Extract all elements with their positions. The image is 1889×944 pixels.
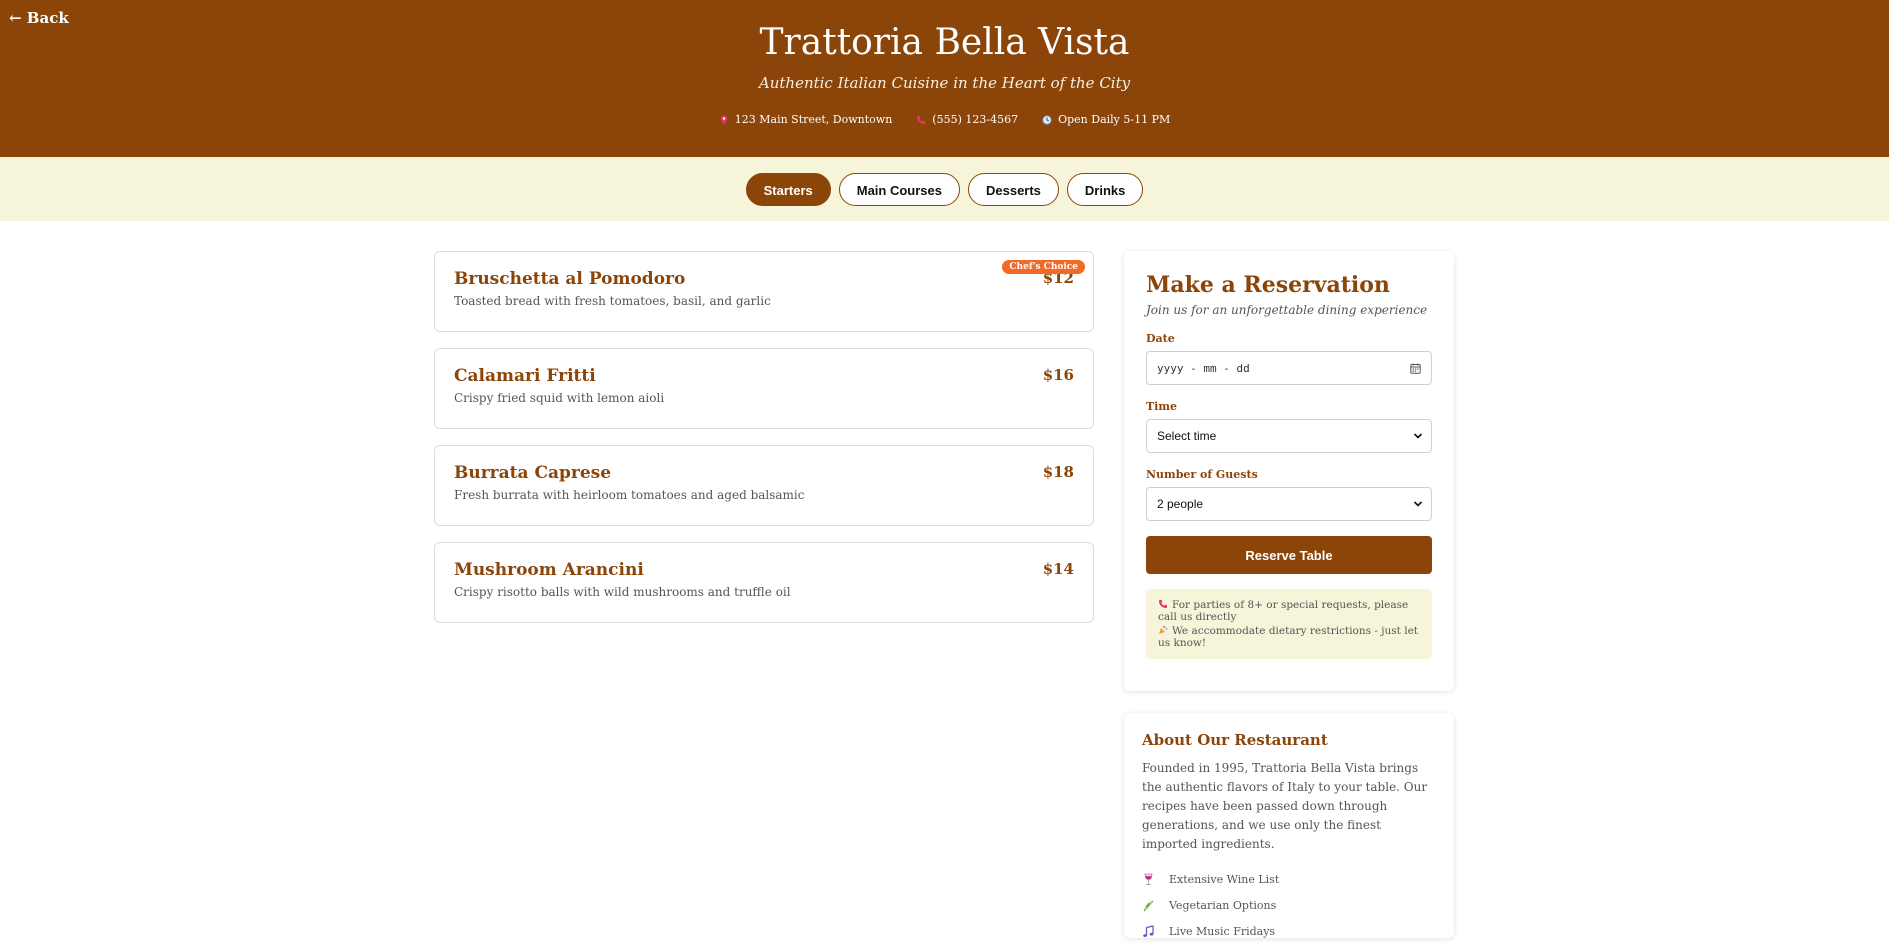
feature-item: Extensive Wine List xyxy=(1142,866,1436,892)
dish-description: Fresh burrata with heirloom tomatoes and… xyxy=(454,488,805,502)
chevron-down-icon xyxy=(1413,501,1423,507)
reservation-title: Make a Reservation xyxy=(1146,272,1390,298)
tab-drinks[interactable]: Drinks xyxy=(1066,172,1144,206)
dish-name: Calamari Fritti xyxy=(454,366,596,386)
phone-icon xyxy=(917,115,926,124)
dish-name: Bruschetta al Pomodoro xyxy=(454,269,686,289)
reservation-notes: For parties of 8+ or special requests, p… xyxy=(1146,589,1432,659)
guests-select[interactable]: 2 people xyxy=(1146,487,1432,521)
dish-name: Mushroom Arancini xyxy=(454,560,644,580)
phone-text: (555) 123-4567 xyxy=(932,113,1019,126)
dish-price: $14 xyxy=(1042,560,1074,578)
about-panel: About Our Restaurant Founded in 1995, Tr… xyxy=(1124,713,1454,938)
menu-category-tabs: Starters Main Courses Desserts Drinks xyxy=(0,157,1889,221)
chevron-down-icon xyxy=(1413,433,1423,439)
dish-name: Burrata Caprese xyxy=(454,463,612,483)
note-1-text: For parties of 8+ or special requests, p… xyxy=(1158,599,1409,623)
time-label: Time xyxy=(1146,400,1178,413)
menu-item-card[interactable]: Bruschetta al Pomodoro Toasted bread wit… xyxy=(434,251,1094,332)
feature-label: Vegetarian Options xyxy=(1169,898,1277,912)
address-text: 123 Main Street, Downtown xyxy=(734,113,893,126)
reservation-panel: Make a Reservation Join us for an unforg… xyxy=(1124,251,1454,691)
dish-price: $18 xyxy=(1042,463,1074,481)
tab-starters[interactable]: Starters xyxy=(745,172,831,206)
reservation-subtitle: Join us for an unforgettable dining expe… xyxy=(1146,303,1428,317)
note-phone: For parties of 8+ or special requests, p… xyxy=(1158,599,1420,623)
feature-item: Vegetarian Options xyxy=(1142,892,1436,918)
feature-label: Live Music Fridays xyxy=(1169,924,1276,938)
tab-desserts[interactable]: Desserts xyxy=(967,172,1059,206)
hours-text: Open Daily 5-11 PM xyxy=(1058,113,1171,126)
phone-icon xyxy=(1159,600,1167,608)
note-2-text: We accommodate dietary restrictions - ju… xyxy=(1158,625,1419,649)
guests-label: Number of Guests xyxy=(1146,468,1258,481)
chefs-choice-badge: Chef's Choice xyxy=(1002,260,1085,274)
restaurant-title: Trattoria Bella Vista xyxy=(759,22,1130,63)
menu-list: Bruschetta al Pomodoro Toasted bread wit… xyxy=(434,251,1094,639)
clock-icon xyxy=(1042,114,1052,125)
site-header: ← Back Trattoria Bella Vista Authentic I… xyxy=(0,0,1889,157)
about-title: About Our Restaurant xyxy=(1142,731,1328,749)
contact-info-row: 123 Main Street, Downtown (555) 123-4567… xyxy=(0,113,1889,126)
dish-description: Toasted bread with fresh tomatoes, basil… xyxy=(454,294,771,308)
time-select-value: Select time xyxy=(1157,429,1217,443)
dish-description: Crispy risotto balls with wild mushrooms… xyxy=(454,585,791,599)
reserve-table-button[interactable]: Reserve Table xyxy=(1146,536,1432,574)
guests-select-value: 2 people xyxy=(1157,497,1204,511)
calendar-icon[interactable] xyxy=(1410,363,1421,374)
tagline: Authentic Italian Cuisine in the Heart o… xyxy=(758,74,1131,92)
dish-description: Crispy fried squid with lemon aioli xyxy=(454,391,665,405)
phone-info: (555) 123-4567 xyxy=(916,113,1018,126)
date-placeholder: yyyy - mm - dd xyxy=(1157,361,1250,375)
date-label: Date xyxy=(1146,332,1175,345)
menu-item-card[interactable]: Burrata Caprese Fresh burrata with heirl… xyxy=(434,445,1094,526)
tab-main-courses[interactable]: Main Courses xyxy=(838,172,960,206)
location-pin-icon xyxy=(720,115,727,124)
dish-price: $16 xyxy=(1042,366,1074,384)
menu-item-card[interactable]: Calamari Fritti Crispy fried squid with … xyxy=(434,348,1094,429)
party-popper-icon xyxy=(1159,625,1168,634)
menu-item-card[interactable]: Mushroom Arancini Crispy risotto balls w… xyxy=(434,542,1094,623)
time-select[interactable]: Select time xyxy=(1146,419,1432,453)
feature-label: Extensive Wine List xyxy=(1169,872,1280,886)
note-dietary: We accommodate dietary restrictions - ju… xyxy=(1158,625,1420,649)
hours-info: Open Daily 5-11 PM xyxy=(1042,113,1170,126)
feature-list: Extensive Wine List Vegetarian Options L… xyxy=(1142,866,1436,944)
date-input[interactable]: yyyy - mm - dd xyxy=(1146,351,1432,385)
address-info: 123 Main Street, Downtown xyxy=(719,113,893,126)
feature-item: Live Music Fridays xyxy=(1142,918,1436,944)
about-text: Founded in 1995, Trattoria Bella Vista b… xyxy=(1142,761,1428,851)
wine-glass-icon xyxy=(1144,873,1153,885)
music-note-icon xyxy=(1143,924,1154,937)
herb-icon xyxy=(1143,900,1154,911)
